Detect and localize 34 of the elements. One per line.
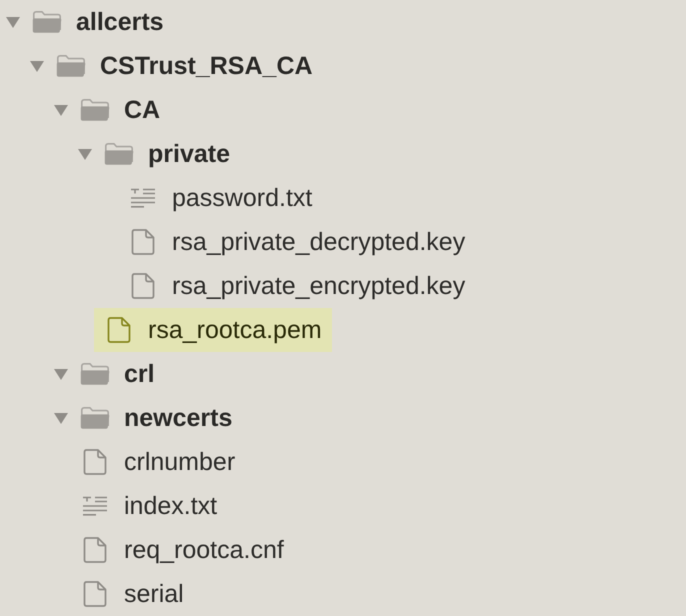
- folder-icon: [80, 99, 110, 121]
- tree-item[interactable]: newcerts: [70, 396, 242, 440]
- folder-icon: [56, 55, 86, 77]
- tree-item[interactable]: serial: [70, 572, 194, 616]
- file-icon: [83, 449, 107, 475]
- tree-item[interactable]: allcerts: [22, 0, 174, 44]
- tree-item[interactable]: rsa_private_encrypted.key: [118, 264, 476, 308]
- file-icon: [107, 317, 131, 343]
- tree-item[interactable]: crlnumber: [70, 440, 246, 484]
- tree-item[interactable]: CSTrust_RSA_CA: [46, 44, 323, 88]
- file-icon: [83, 537, 107, 563]
- folder-icon: [80, 407, 110, 429]
- file-icon: [131, 229, 155, 255]
- tree-item[interactable]: private: [94, 132, 240, 176]
- caret-icon[interactable]: [78, 148, 92, 160]
- text-file-icon: [82, 496, 108, 516]
- caret-icon[interactable]: [6, 16, 20, 28]
- folder-icon: [32, 11, 62, 33]
- tree-item[interactable]: index.txt: [70, 484, 228, 528]
- caret-icon[interactable]: [54, 368, 68, 380]
- tree-item[interactable]: rsa_private_decrypted.key: [118, 220, 476, 264]
- caret-icon[interactable]: [30, 60, 44, 72]
- file-icon: [83, 581, 107, 607]
- folder-icon: [80, 363, 110, 385]
- caret-icon[interactable]: [54, 412, 68, 424]
- tree-item[interactable]: password.txt: [118, 176, 322, 220]
- tree-item[interactable]: crl: [70, 352, 165, 396]
- tree-item[interactable]: CA: [70, 88, 170, 132]
- file-icon: [131, 273, 155, 299]
- text-file-icon: [130, 188, 156, 208]
- tree-item[interactable]: rsa_rootca.pem: [94, 308, 332, 352]
- tree-item[interactable]: req_rootca.cnf: [70, 528, 294, 572]
- folder-icon: [104, 143, 134, 165]
- caret-icon[interactable]: [54, 104, 68, 116]
